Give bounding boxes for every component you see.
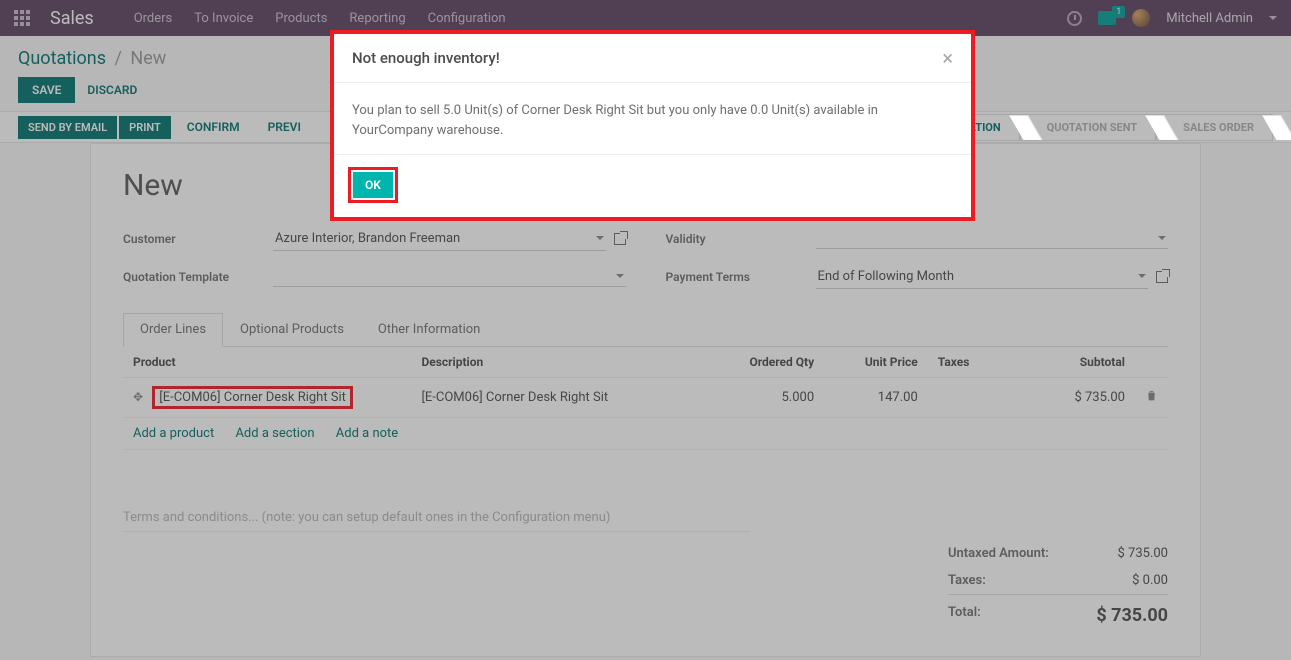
modal-body: You plan to sell 5.0 Unit(s) of Corner D… [334, 83, 971, 154]
ok-highlight: OK [348, 167, 398, 203]
ok-button[interactable]: OK [353, 172, 393, 198]
modal-highlight: Not enough inventory! × You plan to sell… [330, 30, 975, 221]
close-icon[interactable]: × [942, 48, 953, 68]
inventory-modal: Not enough inventory! × You plan to sell… [334, 34, 971, 217]
modal-title: Not enough inventory! [352, 49, 500, 67]
